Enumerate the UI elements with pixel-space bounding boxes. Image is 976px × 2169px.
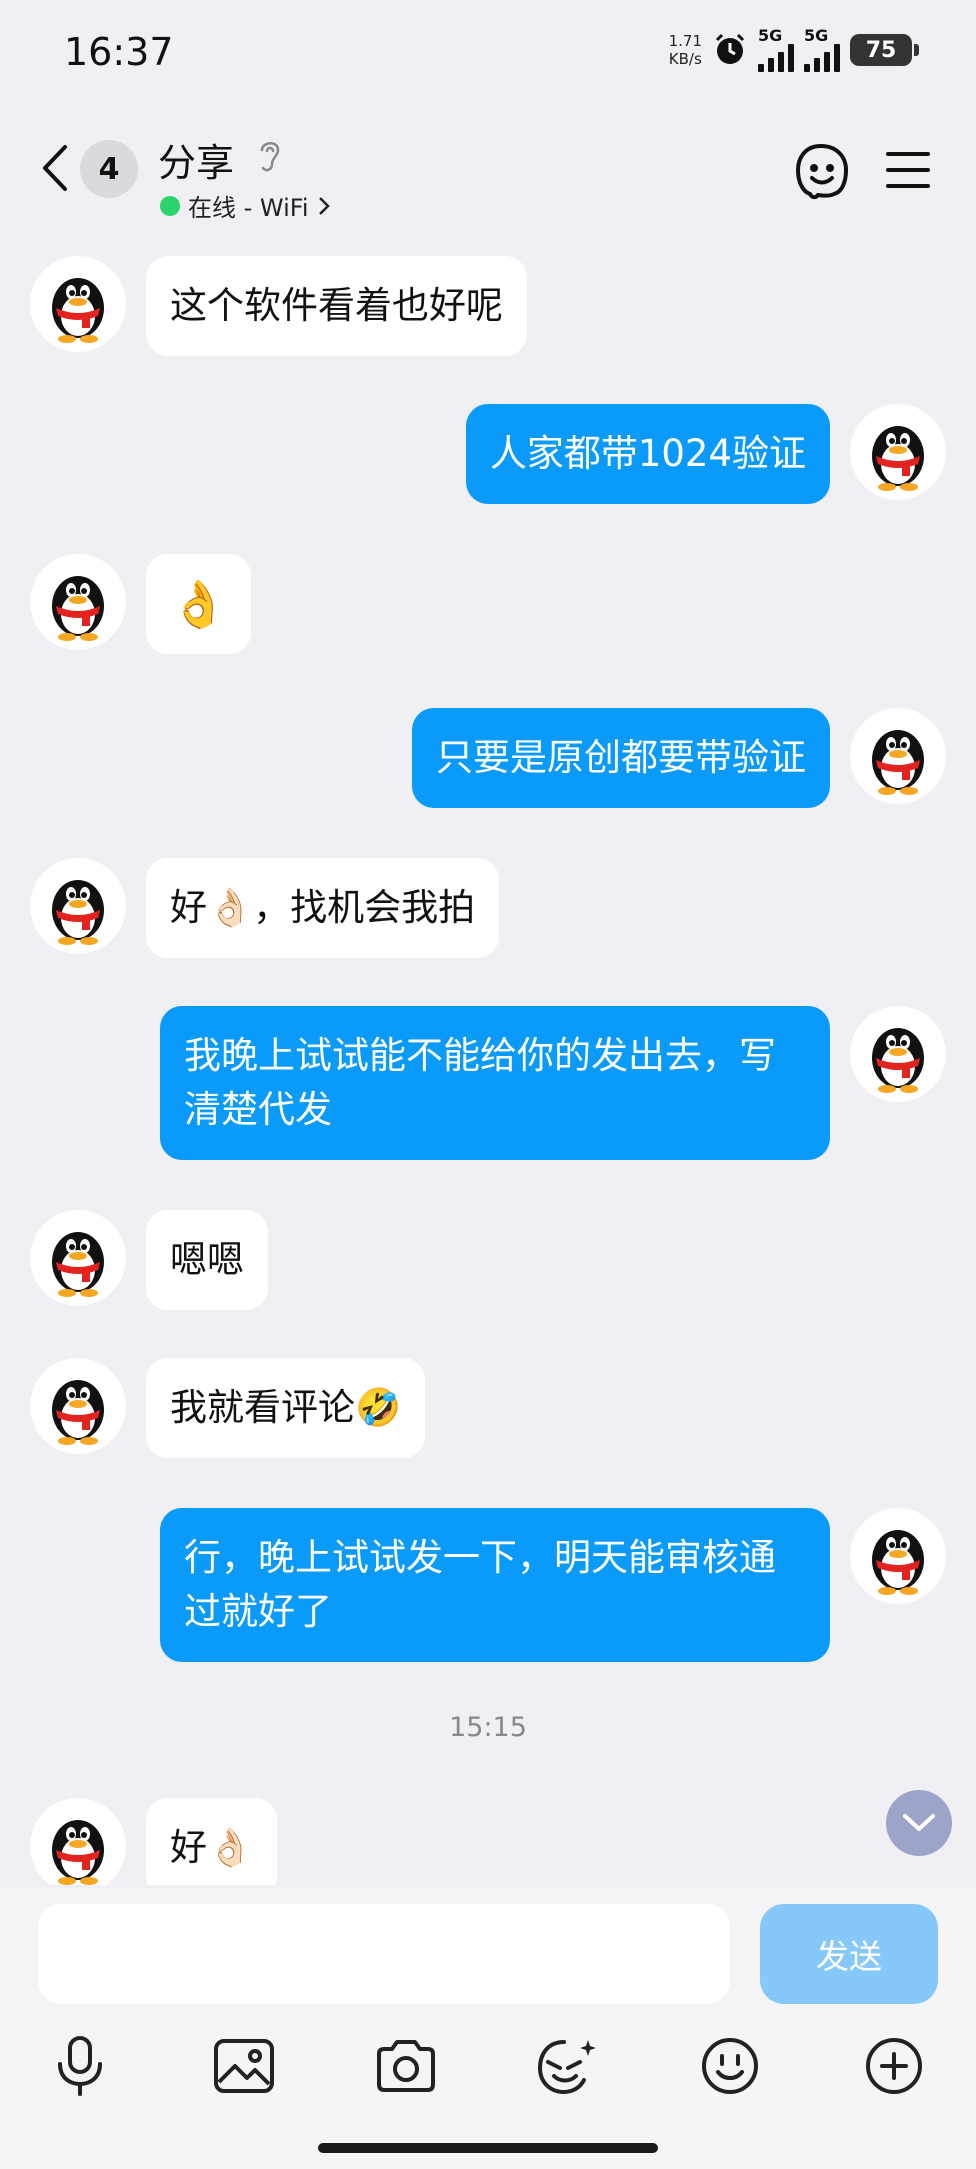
camera-button[interactable]	[372, 2032, 440, 2100]
online-status[interactable]: 在线 - WiFi	[160, 188, 331, 223]
penguin-avatar-icon	[872, 1530, 924, 1595]
avatar[interactable]	[850, 1006, 946, 1102]
robot-face-icon	[795, 143, 849, 200]
emoji-icon	[702, 2038, 758, 2094]
avatar[interactable]	[30, 1358, 126, 1454]
penguin-avatar-icon	[52, 576, 104, 641]
signal-bars-icon	[758, 44, 794, 72]
image-icon	[214, 2039, 274, 2093]
sticker-icon	[537, 2040, 596, 2095]
penguin-avatar-icon	[52, 880, 104, 945]
message-bubble[interactable]: 嗯嗯	[146, 1210, 268, 1310]
chat-title[interactable]: 分享	[158, 132, 234, 187]
microphone-icon	[58, 2036, 102, 2096]
message-outgoing: 我晚上试试能不能给你的发出去，写清楚代发	[140, 1006, 946, 1160]
alarm-icon	[715, 33, 745, 64]
penguin-avatar-icon	[872, 730, 924, 795]
camera-icon	[377, 2040, 435, 2092]
message-incoming: 好👌🏻	[30, 1798, 297, 1885]
message-incoming: 这个软件看着也好呢	[30, 256, 547, 356]
online-dot	[160, 195, 180, 216]
voice-button[interactable]	[46, 2032, 114, 2100]
chevron-right-icon	[318, 196, 330, 215]
ear-icon	[260, 142, 280, 172]
avatar[interactable]	[30, 1210, 126, 1306]
avatar[interactable]	[30, 858, 126, 954]
unread-count-badge[interactable]: 4	[80, 140, 138, 198]
message-bubble[interactable]: 好👌🏻，找机会我拍	[146, 858, 500, 958]
avatar[interactable]	[850, 708, 946, 804]
message-input[interactable]	[38, 1904, 730, 2004]
avatar[interactable]	[850, 404, 946, 500]
message-bubble[interactable]: 只要是原创都要带验证	[412, 708, 830, 808]
network-speed: 1.71 KB/s	[668, 32, 702, 68]
message-incoming: 好👌🏻，找机会我拍	[30, 858, 519, 958]
message-bubble[interactable]: 人家都带1024验证	[465, 404, 830, 504]
gallery-button[interactable]	[210, 2032, 278, 2100]
status-time: 16:37	[64, 30, 174, 74]
message-incoming: 嗯嗯	[30, 1210, 288, 1310]
input-bar: 发送	[0, 1888, 976, 2169]
message-outgoing: 只要是原创都要带验证	[392, 708, 946, 808]
penguin-avatar-icon	[52, 1820, 104, 1885]
penguin-avatar-icon	[52, 278, 104, 343]
emoji-button[interactable]	[696, 2032, 764, 2100]
signal-1: 5G	[758, 28, 794, 72]
message-incoming: 我就看评论🤣	[30, 1358, 445, 1458]
avatar[interactable]	[30, 554, 126, 650]
home-indicator[interactable]	[318, 2143, 658, 2153]
signal-2: 5G	[804, 28, 840, 72]
plus-icon	[866, 2038, 922, 2094]
chevron-down-icon	[903, 1814, 935, 1831]
message-bubble[interactable]: 好👌🏻	[146, 1798, 278, 1885]
chat-header: 4 分享 在线 - WiFi	[0, 110, 976, 230]
hamburger-menu-icon	[886, 152, 930, 188]
scroll-to-bottom-button[interactable]	[886, 1790, 952, 1856]
signal-bars-icon	[804, 44, 840, 72]
message-bubble[interactable]: 👌	[146, 554, 252, 654]
message-incoming: 👌	[30, 554, 271, 654]
message-outgoing: 行，晚上试试发一下，明天能审核通过就好了	[140, 1508, 946, 1662]
message-outgoing: 人家都带1024验证	[446, 404, 946, 504]
status-indicators: 1.71 KB/s 5G 5G 75	[668, 26, 919, 74]
avatar[interactable]	[30, 1798, 126, 1885]
avatar[interactable]	[850, 1508, 946, 1604]
more-button[interactable]	[860, 2032, 928, 2100]
penguin-avatar-icon	[52, 1232, 104, 1297]
chat-area[interactable]: 这个软件看着也好呢 人家都带1024验证 👌 只要是原创都要带验证 好👌🏻，找机…	[0, 240, 976, 1885]
penguin-avatar-icon	[872, 1028, 924, 1093]
message-bubble[interactable]: 这个软件看着也好呢	[146, 256, 527, 356]
robot-assistant-button[interactable]	[790, 140, 852, 202]
penguin-avatar-icon	[52, 1380, 104, 1445]
back-button[interactable]	[30, 138, 80, 198]
battery-indicator: 75	[850, 34, 919, 66]
online-status-text: 在线 - WiFi	[188, 194, 309, 222]
chevron-left-icon	[43, 145, 67, 191]
time-divider: 15:15	[449, 1712, 527, 1743]
send-button[interactable]: 发送	[760, 1904, 938, 2004]
menu-button[interactable]	[884, 146, 932, 194]
sticker-button[interactable]	[532, 2032, 600, 2100]
avatar[interactable]	[30, 256, 126, 352]
message-bubble[interactable]: 我晚上试试能不能给你的发出去，写清楚代发	[160, 1006, 830, 1160]
penguin-avatar-icon	[872, 426, 924, 491]
message-bubble[interactable]: 我就看评论🤣	[146, 1358, 426, 1458]
status-bar: 16:37 1.71 KB/s 5G 5G 75	[0, 0, 976, 100]
message-bubble[interactable]: 行，晚上试试发一下，明天能审核通过就好了	[160, 1508, 830, 1662]
